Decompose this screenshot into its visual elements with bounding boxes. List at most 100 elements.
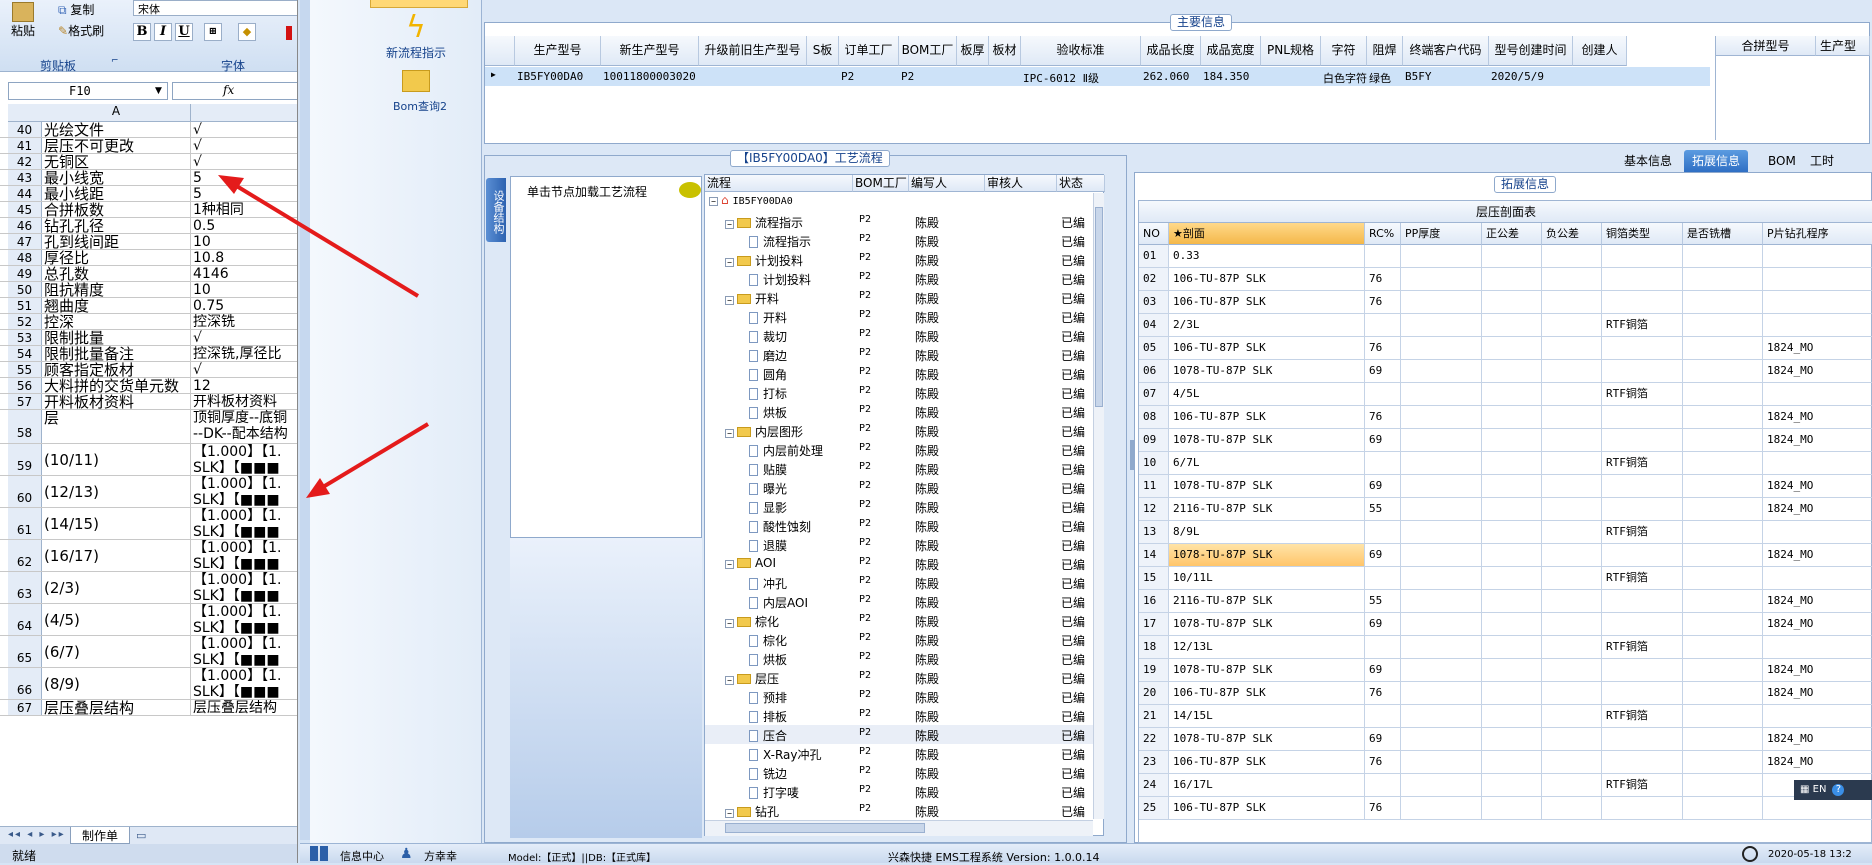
lamination-cell[interactable] — [1683, 291, 1763, 314]
lamination-cell[interactable] — [1683, 590, 1763, 613]
lamination-cell[interactable]: 1824_MO — [1763, 659, 1872, 682]
lamination-cell[interactable] — [1365, 314, 1401, 337]
column-header[interactable]: PNL规格 — [1261, 36, 1321, 66]
lamination-cell[interactable]: 1824_MO — [1763, 590, 1872, 613]
cell-a[interactable]: 层压不可更改 — [42, 138, 191, 153]
lamination-cell[interactable] — [1602, 406, 1683, 429]
lamination-cell[interactable] — [1683, 245, 1763, 268]
lamination-cell[interactable] — [1401, 291, 1482, 314]
lamination-cell[interactable]: 03 — [1139, 291, 1169, 314]
sheet-row[interactable]: 43 最小线宽 5 — [0, 170, 297, 186]
row-number[interactable]: 47 — [8, 234, 42, 249]
lamination-cell[interactable] — [1763, 291, 1872, 314]
column-header[interactable]: 字符 — [1321, 36, 1367, 66]
main-info-cell[interactable]: IB5FY00DA0 — [517, 70, 601, 83]
lamination-cell[interactable] — [1542, 590, 1602, 613]
row-number[interactable]: 45 — [8, 202, 42, 217]
lamination-cell[interactable]: 106-TU-87P SLK — [1169, 682, 1365, 705]
tab-0[interactable]: 基本信息 — [1616, 150, 1680, 172]
tree-node[interactable]: − 层压 P2 陈殿 已编 — [705, 668, 1093, 687]
sheet-row[interactable]: 59 (10/11) 【1.000】【1. SLK】【■■■ — [0, 444, 297, 476]
lamination-cell[interactable]: 1078-TU-87P SLK — [1169, 613, 1365, 636]
lamination-cell[interactable]: 76 — [1365, 797, 1401, 820]
lamination-cell[interactable] — [1683, 406, 1763, 429]
tab-2[interactable]: BOM — [1760, 150, 1804, 172]
tree-node[interactable]: 内层前处理 P2 陈殿 已编 — [705, 440, 1093, 459]
lamination-cell[interactable] — [1401, 498, 1482, 521]
lamination-column-header[interactable]: P片钻孔程序 — [1763, 223, 1872, 245]
column-header[interactable]: 型号创建时间 — [1489, 36, 1573, 66]
lamination-cell[interactable] — [1683, 705, 1763, 728]
row-number[interactable]: 52 — [8, 314, 42, 329]
lamination-cell[interactable] — [1401, 728, 1482, 751]
cell-a[interactable]: 开料板材资料 — [42, 394, 191, 409]
lamination-cell[interactable] — [1482, 705, 1542, 728]
lamination-cell[interactable] — [1602, 544, 1683, 567]
row-number[interactable]: 62 — [8, 540, 42, 571]
lamination-cell[interactable] — [1683, 613, 1763, 636]
lamination-cell[interactable] — [1602, 728, 1683, 751]
tree-node[interactable]: 冲孔 P2 陈殿 已编 — [705, 573, 1093, 592]
collapse-icon[interactable]: − — [725, 560, 734, 569]
font-name-box[interactable]: 宋体 — [133, 0, 297, 16]
lamination-cell[interactable]: RTF铜箔 — [1602, 452, 1683, 475]
lamination-cell[interactable] — [1401, 521, 1482, 544]
cell-a[interactable]: (4/5) — [42, 604, 191, 635]
lamination-cell[interactable]: 1824_MO — [1763, 429, 1872, 452]
tree-node[interactable]: 压合 P2 陈殿 已编 — [705, 725, 1093, 744]
sheet-row[interactable]: 64 (4/5) 【1.000】【1. SLK】【■■■ — [0, 604, 297, 636]
fill-color-icon[interactable]: ◆ — [238, 23, 256, 41]
new-flow-instruction-link[interactable]: 新流程指示 — [386, 44, 446, 61]
lamination-cell[interactable]: 24 — [1139, 774, 1169, 797]
lamination-cell[interactable] — [1401, 429, 1482, 452]
lamination-cell[interactable]: 55 — [1365, 590, 1401, 613]
row-number[interactable]: 57 — [8, 394, 42, 409]
row-number[interactable]: 49 — [8, 266, 42, 281]
lamination-row[interactable]: 14 1078-TU-87P SLK 69 1824_MO — [1139, 544, 1872, 567]
formula-bar[interactable]: fx — [172, 82, 297, 100]
lamination-column-header[interactable]: 铜箔类型 — [1602, 223, 1683, 245]
lamination-cell[interactable]: 106-TU-87P SLK — [1169, 291, 1365, 314]
row-number[interactable]: 54 — [8, 346, 42, 361]
lamination-cell[interactable]: 69 — [1365, 475, 1401, 498]
main-info-cell[interactable]: 262.060 — [1143, 70, 1201, 83]
dropdown-arrow-icon[interactable]: ▼ — [155, 86, 162, 96]
lamination-cell[interactable] — [1683, 360, 1763, 383]
column-header[interactable]: 升级前旧生产型号 — [699, 36, 807, 66]
lamination-cell[interactable]: 1078-TU-87P SLK — [1169, 475, 1365, 498]
lamination-row[interactable]: 25 106-TU-87P SLK 76 — [1139, 797, 1872, 820]
lamination-cell[interactable] — [1482, 360, 1542, 383]
lamination-cell[interactable]: 76 — [1365, 337, 1401, 360]
lamination-cell[interactable]: 08 — [1139, 406, 1169, 429]
lamination-cell[interactable] — [1482, 383, 1542, 406]
main-info-cell[interactable]: B5FY — [1405, 70, 1489, 83]
lamination-row[interactable]: 20 106-TU-87P SLK 76 1824_MO — [1139, 682, 1872, 705]
lamination-cell[interactable] — [1683, 383, 1763, 406]
lamination-cell[interactable] — [1683, 475, 1763, 498]
tab-1[interactable]: 拓展信息 — [1684, 150, 1749, 172]
lamination-cell[interactable] — [1763, 705, 1872, 728]
lamination-cell[interactable] — [1542, 774, 1602, 797]
merge-model-header[interactable]: 合拼型号 — [1716, 36, 1816, 56]
cell-b[interactable]: 10 — [191, 282, 297, 297]
row-number[interactable]: 42 — [8, 154, 42, 169]
cell-b[interactable]: √ — [191, 362, 297, 377]
production-model-header[interactable]: 生产型 — [1816, 36, 1870, 56]
lamination-cell[interactable] — [1602, 751, 1683, 774]
lamination-cell[interactable] — [1602, 659, 1683, 682]
cell-a[interactable]: 孔到线间距 — [42, 234, 191, 249]
lamination-cell[interactable] — [1401, 406, 1482, 429]
lamination-cell[interactable] — [1542, 268, 1602, 291]
font-color-icon[interactable] — [286, 26, 292, 40]
bom-query-link[interactable]: Bom查询2 — [393, 98, 447, 114]
lamination-cell[interactable]: RTF铜箔 — [1602, 636, 1683, 659]
lamination-cell[interactable]: 12/13L — [1169, 636, 1365, 659]
lamination-cell[interactable] — [1482, 797, 1542, 820]
lamination-cell[interactable]: 16 — [1139, 590, 1169, 613]
cell-b[interactable]: 开料板材资料 — [191, 394, 297, 409]
lamination-row[interactable]: 11 1078-TU-87P SLK 69 1824_MO — [1139, 475, 1872, 498]
lamination-cell[interactable] — [1482, 774, 1542, 797]
lamination-cell[interactable] — [1482, 613, 1542, 636]
lamination-cell[interactable] — [1542, 521, 1602, 544]
lamination-cell[interactable]: 106-TU-87P SLK — [1169, 268, 1365, 291]
